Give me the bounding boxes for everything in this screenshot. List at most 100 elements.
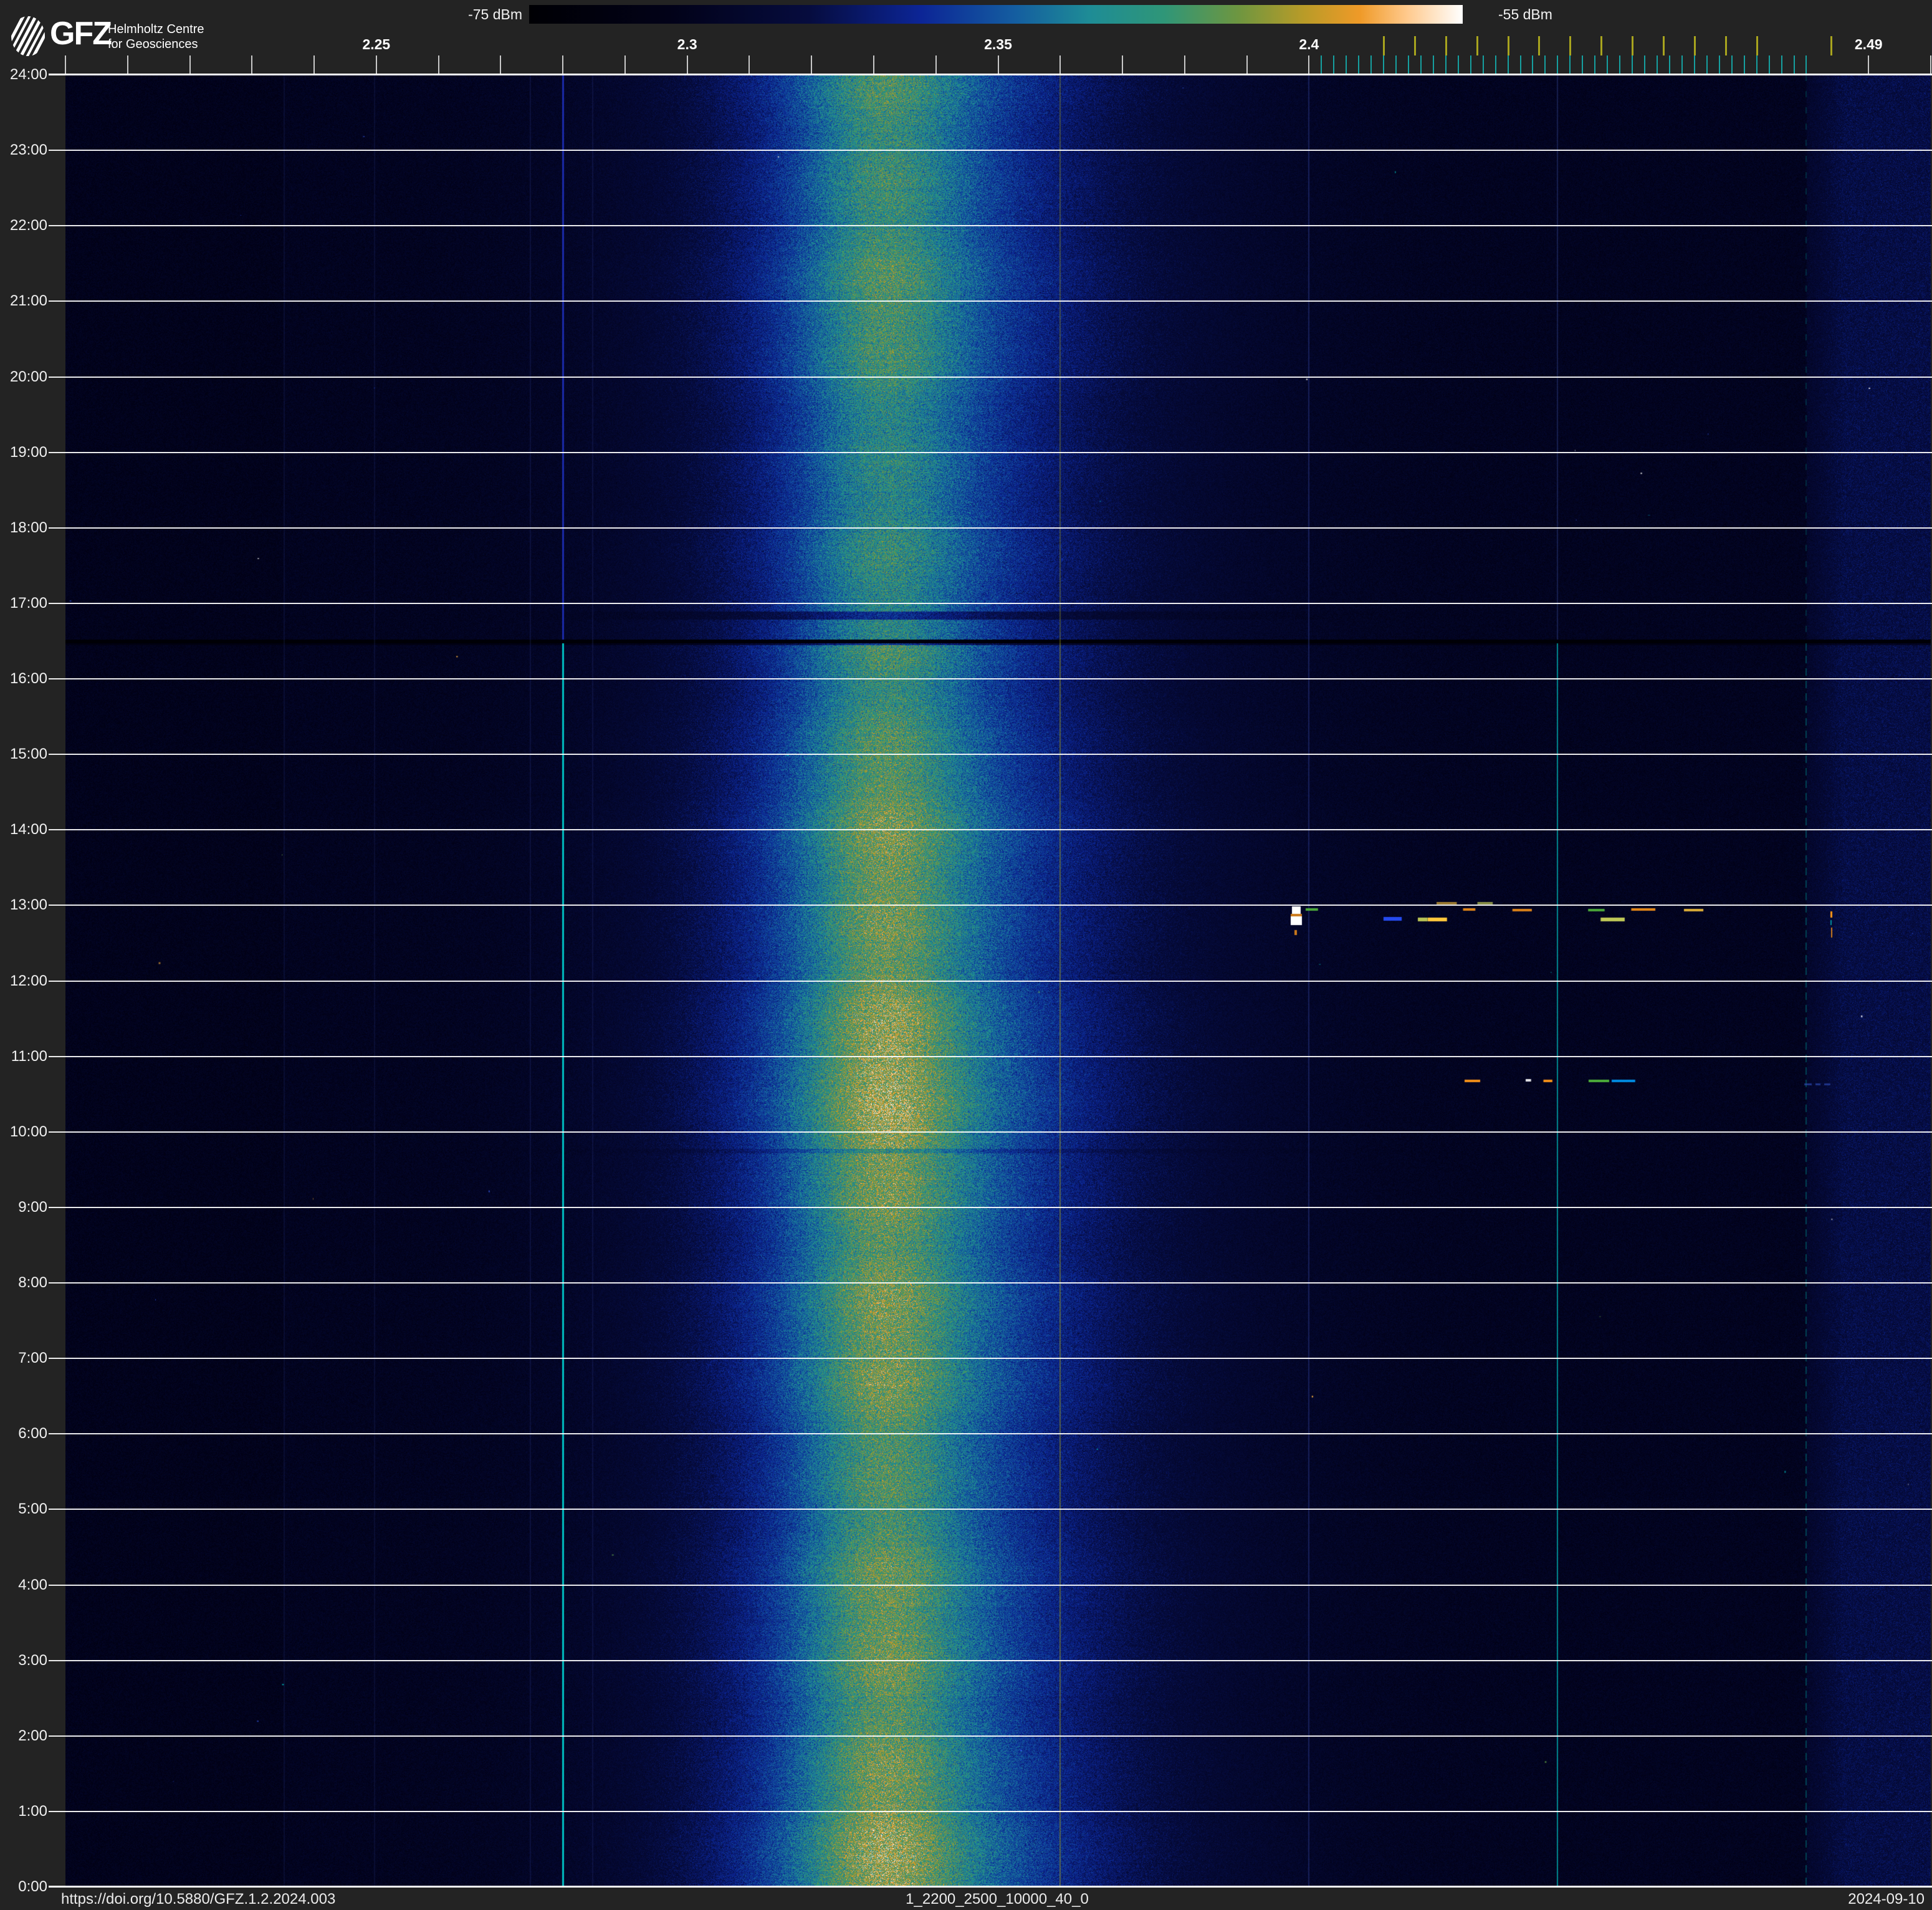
time-label: 7:00	[0, 1350, 47, 1366]
wifi-channel-tick	[1694, 36, 1696, 55]
ble-channel-tick	[1781, 55, 1782, 74]
freq-tick	[1930, 55, 1931, 74]
ble-channel-tick	[1744, 55, 1745, 74]
ble-channel-tick	[1346, 55, 1347, 74]
time-label: 8:00	[0, 1275, 47, 1291]
time-label: 11:00	[0, 1049, 47, 1065]
ble-channel-tick	[1657, 55, 1658, 74]
ble-channel-tick	[1458, 55, 1459, 74]
time-label: 18:00	[0, 520, 47, 536]
ble-channel-tick	[1420, 55, 1422, 74]
colorbar-min-label: -75 dBm	[399, 6, 522, 23]
ble-channel-tick	[1594, 55, 1595, 74]
dataset-id-text: 1_2200_2500_10000_40_0	[810, 1891, 1184, 1908]
time-label: 9:00	[0, 1199, 47, 1216]
time-label: 4:00	[0, 1577, 47, 1593]
brand: GFZ Helmholtz Centre for Geosciences	[0, 0, 436, 74]
ble-channel-tick	[1495, 55, 1496, 74]
ble-channel-tick	[1395, 55, 1397, 74]
ble-channel-tick	[1532, 55, 1533, 74]
org-line1: Helmholtz Centre	[108, 22, 204, 37]
wifi-channel-tick	[1830, 36, 1832, 55]
freq-tick	[935, 55, 937, 74]
ble-channel-tick	[1769, 55, 1770, 74]
time-label: 12:00	[0, 973, 47, 989]
freq-tick	[1868, 55, 1869, 74]
freq-tick	[562, 55, 563, 74]
freq-tick	[748, 55, 750, 74]
ble-channel-tick	[1520, 55, 1521, 74]
ble-channel-tick	[1370, 55, 1372, 74]
freq-tick	[624, 55, 626, 74]
freq-tick	[438, 55, 439, 74]
ble-channel-tick	[1408, 55, 1409, 74]
gfz-logo-icon	[11, 16, 45, 57]
ble-channel-tick	[1569, 55, 1571, 74]
ble-channel-tick	[1483, 55, 1484, 74]
ble-channel-tick	[1557, 55, 1558, 74]
freq-tick	[1184, 55, 1185, 74]
freq-label: 2.35	[970, 36, 1026, 53]
wifi-channel-tick	[1756, 36, 1758, 55]
time-label: 6:00	[0, 1426, 47, 1442]
wifi-channel-tick	[1569, 36, 1571, 55]
wifi-channel-tick	[1632, 36, 1633, 55]
freq-tick	[998, 55, 999, 74]
logo-text: GFZ	[50, 17, 111, 50]
time-label: 13:00	[0, 897, 47, 913]
date-text: 2024-09-10	[1848, 1891, 1925, 1908]
wifi-channel-tick	[1414, 36, 1416, 55]
time-label: 17:00	[0, 595, 47, 612]
ble-channel-tick	[1321, 55, 1322, 74]
ble-channel-tick	[1805, 55, 1807, 74]
freq-tick	[1059, 55, 1061, 74]
wifi-channel-tick	[1508, 36, 1509, 55]
ble-channel-tick	[1508, 55, 1509, 74]
ble-channel-tick	[1607, 55, 1608, 74]
freq-tick	[811, 55, 812, 74]
time-label: 1:00	[0, 1803, 47, 1820]
spectrogram-heatmap	[65, 75, 1931, 1887]
time-label: 2:00	[0, 1728, 47, 1744]
doi-text: https://doi.org/10.5880/GFZ.1.2.2024.003	[61, 1891, 335, 1908]
ble-channel-tick	[1619, 55, 1620, 74]
time-label: 21:00	[0, 293, 47, 309]
time-label: 16:00	[0, 671, 47, 687]
time-label: 19:00	[0, 444, 47, 461]
wifi-channel-tick	[1600, 36, 1602, 55]
freq-tick	[1122, 55, 1123, 74]
freq-label: 2.3	[659, 36, 715, 53]
ble-channel-tick	[1719, 55, 1720, 74]
ble-channel-tick	[1794, 55, 1795, 74]
time-label: 5:00	[0, 1501, 47, 1517]
freq-label: 2.4	[1281, 36, 1337, 53]
ble-channel-tick	[1694, 55, 1695, 74]
wifi-channel-tick	[1538, 36, 1540, 55]
wifi-channel-tick	[1663, 36, 1665, 55]
time-label: 23:00	[0, 142, 47, 158]
time-label: 22:00	[0, 218, 47, 234]
freq-tick	[687, 55, 688, 74]
ble-channel-tick	[1358, 55, 1359, 74]
ble-channel-tick	[1582, 55, 1583, 74]
wifi-channel-tick	[1725, 36, 1727, 55]
ble-channel-tick	[1669, 55, 1670, 74]
ble-channel-tick	[1706, 55, 1708, 74]
time-label: 15:00	[0, 746, 47, 762]
freq-tick	[1246, 55, 1248, 74]
colorbar-max-label: -55 dBm	[1498, 6, 1635, 23]
freq-label: 2.49	[1840, 36, 1896, 53]
ble-channel-tick	[1756, 55, 1757, 74]
ble-channel-tick	[1544, 55, 1546, 74]
ble-channel-tick	[1445, 55, 1447, 74]
time-label: 10:00	[0, 1124, 47, 1140]
spectrogram-page: GFZ Helmholtz Centre for Geosciences -75…	[0, 0, 1932, 1910]
freq-tick	[1308, 55, 1309, 74]
freq-tick	[500, 55, 501, 74]
ble-channel-tick	[1333, 55, 1334, 74]
ble-channel-tick	[1644, 55, 1645, 74]
time-label: 20:00	[0, 369, 47, 385]
time-label: 0:00	[0, 1879, 47, 1895]
ble-channel-tick	[1433, 55, 1434, 74]
wifi-channel-tick	[1445, 36, 1447, 55]
